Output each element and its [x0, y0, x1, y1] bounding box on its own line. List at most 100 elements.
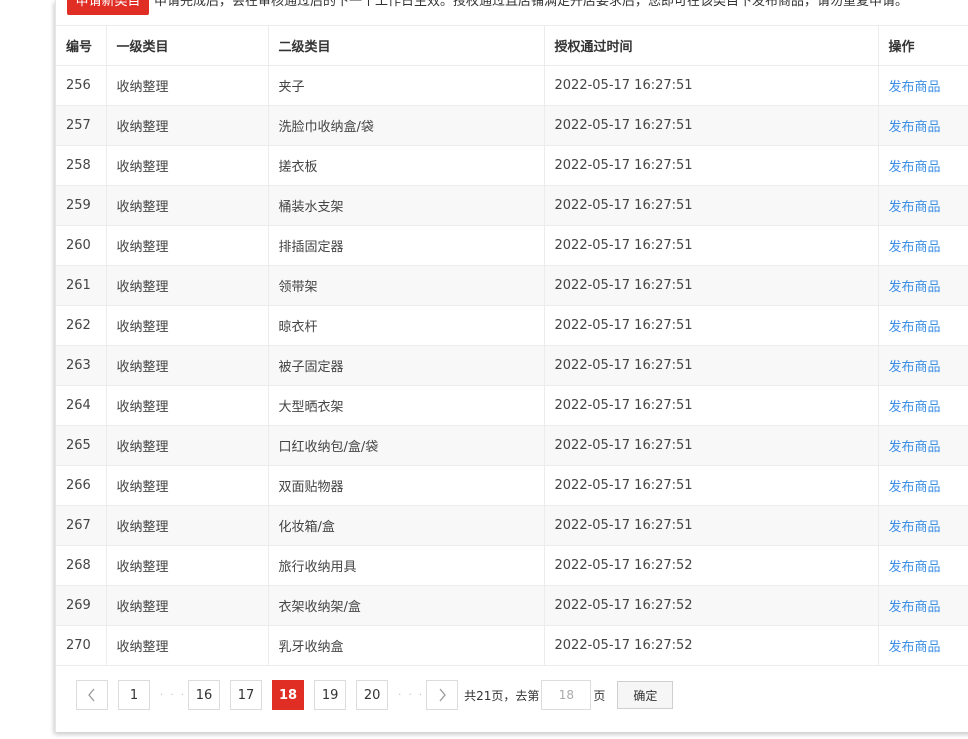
row-category-1-cell: 收纳整理 — [106, 65, 269, 106]
row-approved-time: 2022-05-17 16:27:51 — [554, 318, 693, 333]
row-category-2-cell: 搓衣板 — [268, 145, 545, 186]
row-approved-time-cell: 2022-05-17 16:27:51 — [544, 185, 879, 226]
page-button[interactable]: 17 — [230, 680, 262, 710]
publish-product-link[interactable]: 发布商品 — [889, 320, 941, 335]
publish-product-link-cell: 发布商品 — [878, 105, 968, 146]
row-category-2: 夹子 — [278, 80, 305, 95]
row-category-2-cell: 桶装水支架 — [268, 185, 545, 226]
row-category-1-cell: 收纳整理 — [106, 225, 269, 266]
row-id: 263 — [66, 358, 91, 373]
chevron-right-icon — [439, 688, 446, 702]
goto-confirm-button[interactable]: 确定 — [617, 681, 674, 709]
row-approved-time: 2022-05-17 16:27:51 — [554, 398, 693, 413]
row-category-1: 收纳整理 — [116, 400, 169, 415]
table-row: 265 收纳整理 口红收纳包/盒/袋 2022-05-17 16:27:51 发布商品 — [56, 425, 968, 466]
publish-product-link[interactable]: 发布商品 — [889, 80, 941, 95]
pagination: 1 · · · 16 17 18 19 20 · · · 共21页，去第 页 确… — [76, 679, 674, 711]
header-category-1: 一级类目 — [106, 25, 269, 66]
row-category-2: 洗脸巾收纳盒/袋 — [278, 120, 374, 135]
page-button-first[interactable]: 1 — [118, 680, 150, 710]
page-button[interactable]: 20 — [356, 680, 389, 710]
row-category-2-cell: 被子固定器 — [268, 345, 545, 386]
table-row: 261 收纳整理 领带架 2022-05-17 16:27:51 发布商品 — [56, 265, 968, 306]
row-approved-time-cell: 2022-05-17 16:27:51 — [544, 305, 879, 346]
row-approved-time-cell: 2022-05-17 16:27:51 — [544, 65, 879, 106]
row-approved-time-cell: 2022-05-17 16:27:51 — [544, 425, 879, 466]
row-category-2-cell: 衣架收纳架/盒 — [268, 585, 545, 626]
category-panel: 申请新类目 申请完成后，会在审核通过后的下一个工作日生效。授权通过且店铺满足开店… — [55, 0, 968, 732]
row-category-2-cell: 大型晒衣架 — [268, 385, 545, 426]
row-id-cell: 258 — [56, 145, 107, 186]
row-category-2-cell: 晾衣杆 — [268, 305, 545, 346]
publish-product-link[interactable]: 发布商品 — [889, 120, 941, 135]
page-button[interactable]: 16 — [188, 680, 220, 710]
publish-product-link[interactable]: 发布商品 — [889, 640, 941, 655]
row-category-1: 收纳整理 — [116, 240, 169, 255]
publish-product-link[interactable]: 发布商品 — [889, 360, 941, 375]
row-approved-time: 2022-05-17 16:27:51 — [554, 158, 693, 173]
row-approved-time: 2022-05-17 16:27:51 — [554, 278, 693, 293]
row-category-2: 被子固定器 — [278, 360, 344, 375]
row-category-2-cell: 领带架 — [268, 265, 545, 306]
table-row: 256 收纳整理 夹子 2022-05-17 16:27:51 发布商品 — [56, 65, 968, 106]
row-category-1: 收纳整理 — [116, 520, 169, 535]
row-category-1: 收纳整理 — [116, 120, 169, 135]
publish-product-link[interactable]: 发布商品 — [889, 240, 941, 255]
pagination-ellipsis-right: · · · — [398, 689, 425, 701]
row-approved-time: 2022-05-17 16:27:51 — [554, 518, 693, 533]
row-approved-time-cell: 2022-05-17 16:27:51 — [544, 145, 879, 186]
publish-product-link[interactable]: 发布商品 — [889, 280, 941, 295]
row-id-cell: 269 — [56, 585, 107, 626]
table-row: 262 收纳整理 晾衣杆 2022-05-17 16:27:51 发布商品 — [56, 305, 968, 346]
category-table: 编号 一级类目 二级类目 授权通过时间 操作 256 收纳整理 夹子 2022-05-… — [56, 25, 968, 666]
apply-category-button[interactable]: 申请新类目 — [67, 0, 149, 15]
row-category-2: 旅行收纳用具 — [278, 560, 357, 575]
row-approved-time-cell: 2022-05-17 16:27:51 — [544, 225, 879, 266]
publish-product-link[interactable]: 发布商品 — [889, 520, 941, 535]
row-id-cell: 268 — [56, 545, 107, 586]
table-header-row: 编号 一级类目 二级类目 授权通过时间 操作 — [56, 25, 968, 66]
publish-product-link[interactable]: 发布商品 — [889, 160, 941, 175]
next-page-button[interactable] — [426, 680, 459, 710]
row-category-1-cell: 收纳整理 — [106, 625, 269, 666]
goto-page-input[interactable] — [541, 680, 592, 710]
row-approved-time-cell: 2022-05-17 16:27:51 — [544, 345, 879, 386]
row-id: 267 — [66, 518, 91, 533]
row-id-cell: 270 — [56, 625, 107, 666]
row-category-1-cell: 收纳整理 — [106, 585, 269, 626]
row-id: 259 — [66, 198, 91, 213]
publish-product-link-cell: 发布商品 — [878, 625, 968, 666]
row-category-1: 收纳整理 — [116, 160, 169, 175]
row-id: 265 — [66, 438, 91, 453]
row-category-1: 收纳整理 — [116, 560, 169, 575]
publish-product-link[interactable]: 发布商品 — [889, 440, 941, 455]
page-button-current[interactable]: 18 — [272, 680, 305, 710]
row-category-2-cell: 化妆箱/盒 — [268, 505, 545, 546]
publish-product-link[interactable]: 发布商品 — [889, 400, 941, 415]
total-pages-text: 共21页，去第 — [464, 688, 540, 703]
publish-product-link[interactable]: 发布商品 — [889, 600, 941, 615]
row-category-2: 口红收纳包/盒/袋 — [278, 440, 379, 455]
row-id-cell: 260 — [56, 225, 107, 266]
table-row: 266 收纳整理 双面贴物器 2022-05-17 16:27:51 发布商品 — [56, 465, 968, 506]
publish-product-link-cell: 发布商品 — [878, 385, 968, 426]
row-approved-time: 2022-05-17 16:27:51 — [554, 118, 693, 133]
row-approved-time: 2022-05-17 16:27:51 — [554, 438, 693, 453]
row-approved-time-cell: 2022-05-17 16:27:51 — [544, 505, 879, 546]
row-id: 257 — [66, 118, 91, 133]
row-approved-time-cell: 2022-05-17 16:27:51 — [544, 105, 879, 146]
prev-page-button[interactable] — [76, 680, 108, 710]
publish-product-link[interactable]: 发布商品 — [889, 480, 941, 495]
row-approved-time: 2022-05-17 16:27:51 — [554, 478, 693, 493]
pagination-ellipsis-left: · · · — [160, 689, 186, 701]
row-category-1: 收纳整理 — [116, 600, 169, 615]
publish-product-link[interactable]: 发布商品 — [889, 560, 941, 575]
row-category-1-cell: 收纳整理 — [106, 145, 269, 186]
publish-product-link[interactable]: 发布商品 — [889, 200, 941, 215]
row-approved-time: 2022-05-17 16:27:52 — [554, 638, 693, 653]
row-category-2-cell: 夹子 — [268, 65, 545, 106]
page-button[interactable]: 19 — [314, 680, 347, 710]
row-category-2: 双面贴物器 — [278, 480, 344, 495]
row-category-1-cell: 收纳整理 — [106, 505, 269, 546]
row-id-cell: 266 — [56, 465, 107, 506]
